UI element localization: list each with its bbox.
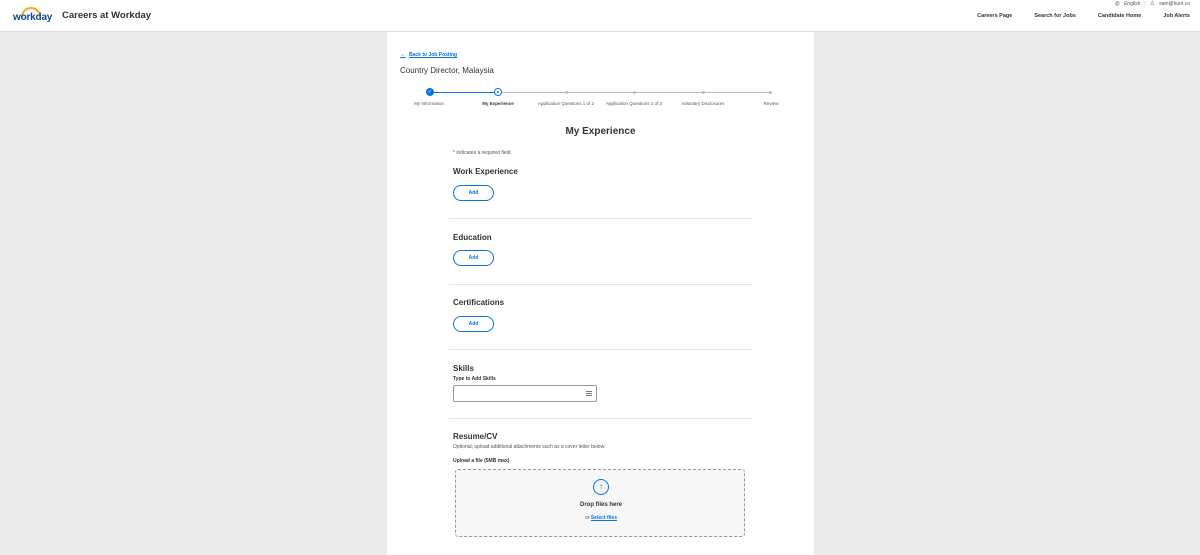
progress-track-completed xyxy=(430,92,500,93)
nav-careers-page[interactable]: Careers Page xyxy=(977,13,1012,19)
top-header: workday Careers at Workday ◍ English | ♙… xyxy=(0,0,1200,32)
step-pending-dot xyxy=(702,91,705,94)
section-divider xyxy=(449,218,752,219)
resume-description: Optional, upload additional attachments … xyxy=(453,444,606,450)
add-certification-button[interactable]: Add xyxy=(453,316,494,332)
globe-icon: ◍ xyxy=(1114,1,1120,7)
arrow-left-icon: ← xyxy=(400,52,406,58)
step-label-application-questions-1: Application Questions 1 of 2 xyxy=(537,101,595,106)
step-pending-dot xyxy=(633,91,636,94)
required-field-note: * indicates a required field xyxy=(453,150,511,156)
step-label-my-information: My Information xyxy=(414,101,444,106)
step-pending-dot xyxy=(769,91,772,94)
education-heading: Education xyxy=(453,233,492,242)
work-experience-heading: Work Experience xyxy=(453,167,518,176)
section-divider xyxy=(449,284,752,285)
workday-logo[interactable]: workday xyxy=(13,7,53,25)
step-current-indicator xyxy=(494,88,502,96)
section-divider xyxy=(449,349,752,350)
add-education-button[interactable]: Add xyxy=(453,250,494,266)
upload-file-label: Upload a file (5MB max) xyxy=(453,458,510,464)
list-prompt-icon[interactable] xyxy=(586,391,592,396)
skills-input-label: Type to Add Skills xyxy=(453,376,496,382)
file-drop-zone[interactable]: ↑ Drop files here or Select files xyxy=(455,469,745,537)
back-link-label: Back to Job Posting xyxy=(409,52,458,58)
step-complete-check-icon: ✓ xyxy=(426,88,434,96)
back-to-job-posting-link[interactable]: ← Back to Job Posting xyxy=(400,52,457,58)
step-label-voluntary-disclosures: Voluntary Disclosures xyxy=(681,101,725,106)
skills-heading: Skills xyxy=(453,364,474,373)
top-nav: Careers Page Search for Jobs Candidate H… xyxy=(977,13,1190,19)
step-pending-dot xyxy=(565,91,568,94)
step-label-application-questions-2: Application Questions 2 of 2 xyxy=(605,101,663,106)
utility-bar: ◍ English | ♙ sam@hunt.co xyxy=(1114,0,1190,8)
site-title: Careers at Workday xyxy=(62,10,152,21)
language-selector[interactable]: English xyxy=(1124,1,1140,7)
select-files-link[interactable]: Select files xyxy=(591,515,617,521)
section-divider xyxy=(449,418,752,419)
job-title: Country Director, Malaysia xyxy=(400,66,494,75)
drop-files-text: Drop files here xyxy=(579,502,622,508)
add-work-experience-button[interactable]: Add xyxy=(453,185,494,201)
step-label-review: Review xyxy=(763,101,779,106)
logo-text: workday xyxy=(13,12,53,23)
required-note-text: indicates a required field xyxy=(456,150,511,156)
user-account-menu[interactable]: sam@hunt.co xyxy=(1159,1,1190,7)
step-label-my-experience: My Experience xyxy=(482,101,514,106)
page-heading: My Experience xyxy=(565,126,636,137)
resume-cv-heading: Resume/CV xyxy=(453,432,498,441)
utility-separator: | xyxy=(1144,0,1146,7)
or-text: or xyxy=(585,515,590,521)
nav-candidate-home[interactable]: Candidate Home xyxy=(1098,13,1141,19)
nav-search-for-jobs[interactable]: Search for Jobs xyxy=(1034,13,1076,19)
required-asterisk: * xyxy=(453,150,455,156)
certifications-heading: Certifications xyxy=(453,298,505,307)
upload-arrow-icon: ↑ xyxy=(593,479,609,495)
skills-input[interactable] xyxy=(453,385,597,402)
application-card: ← Back to Job Posting Country Director, … xyxy=(387,32,814,555)
select-files-row: or Select files xyxy=(456,515,746,521)
user-icon: ♙ xyxy=(1149,1,1156,7)
nav-job-alerts[interactable]: Job Alerts xyxy=(1163,13,1190,19)
